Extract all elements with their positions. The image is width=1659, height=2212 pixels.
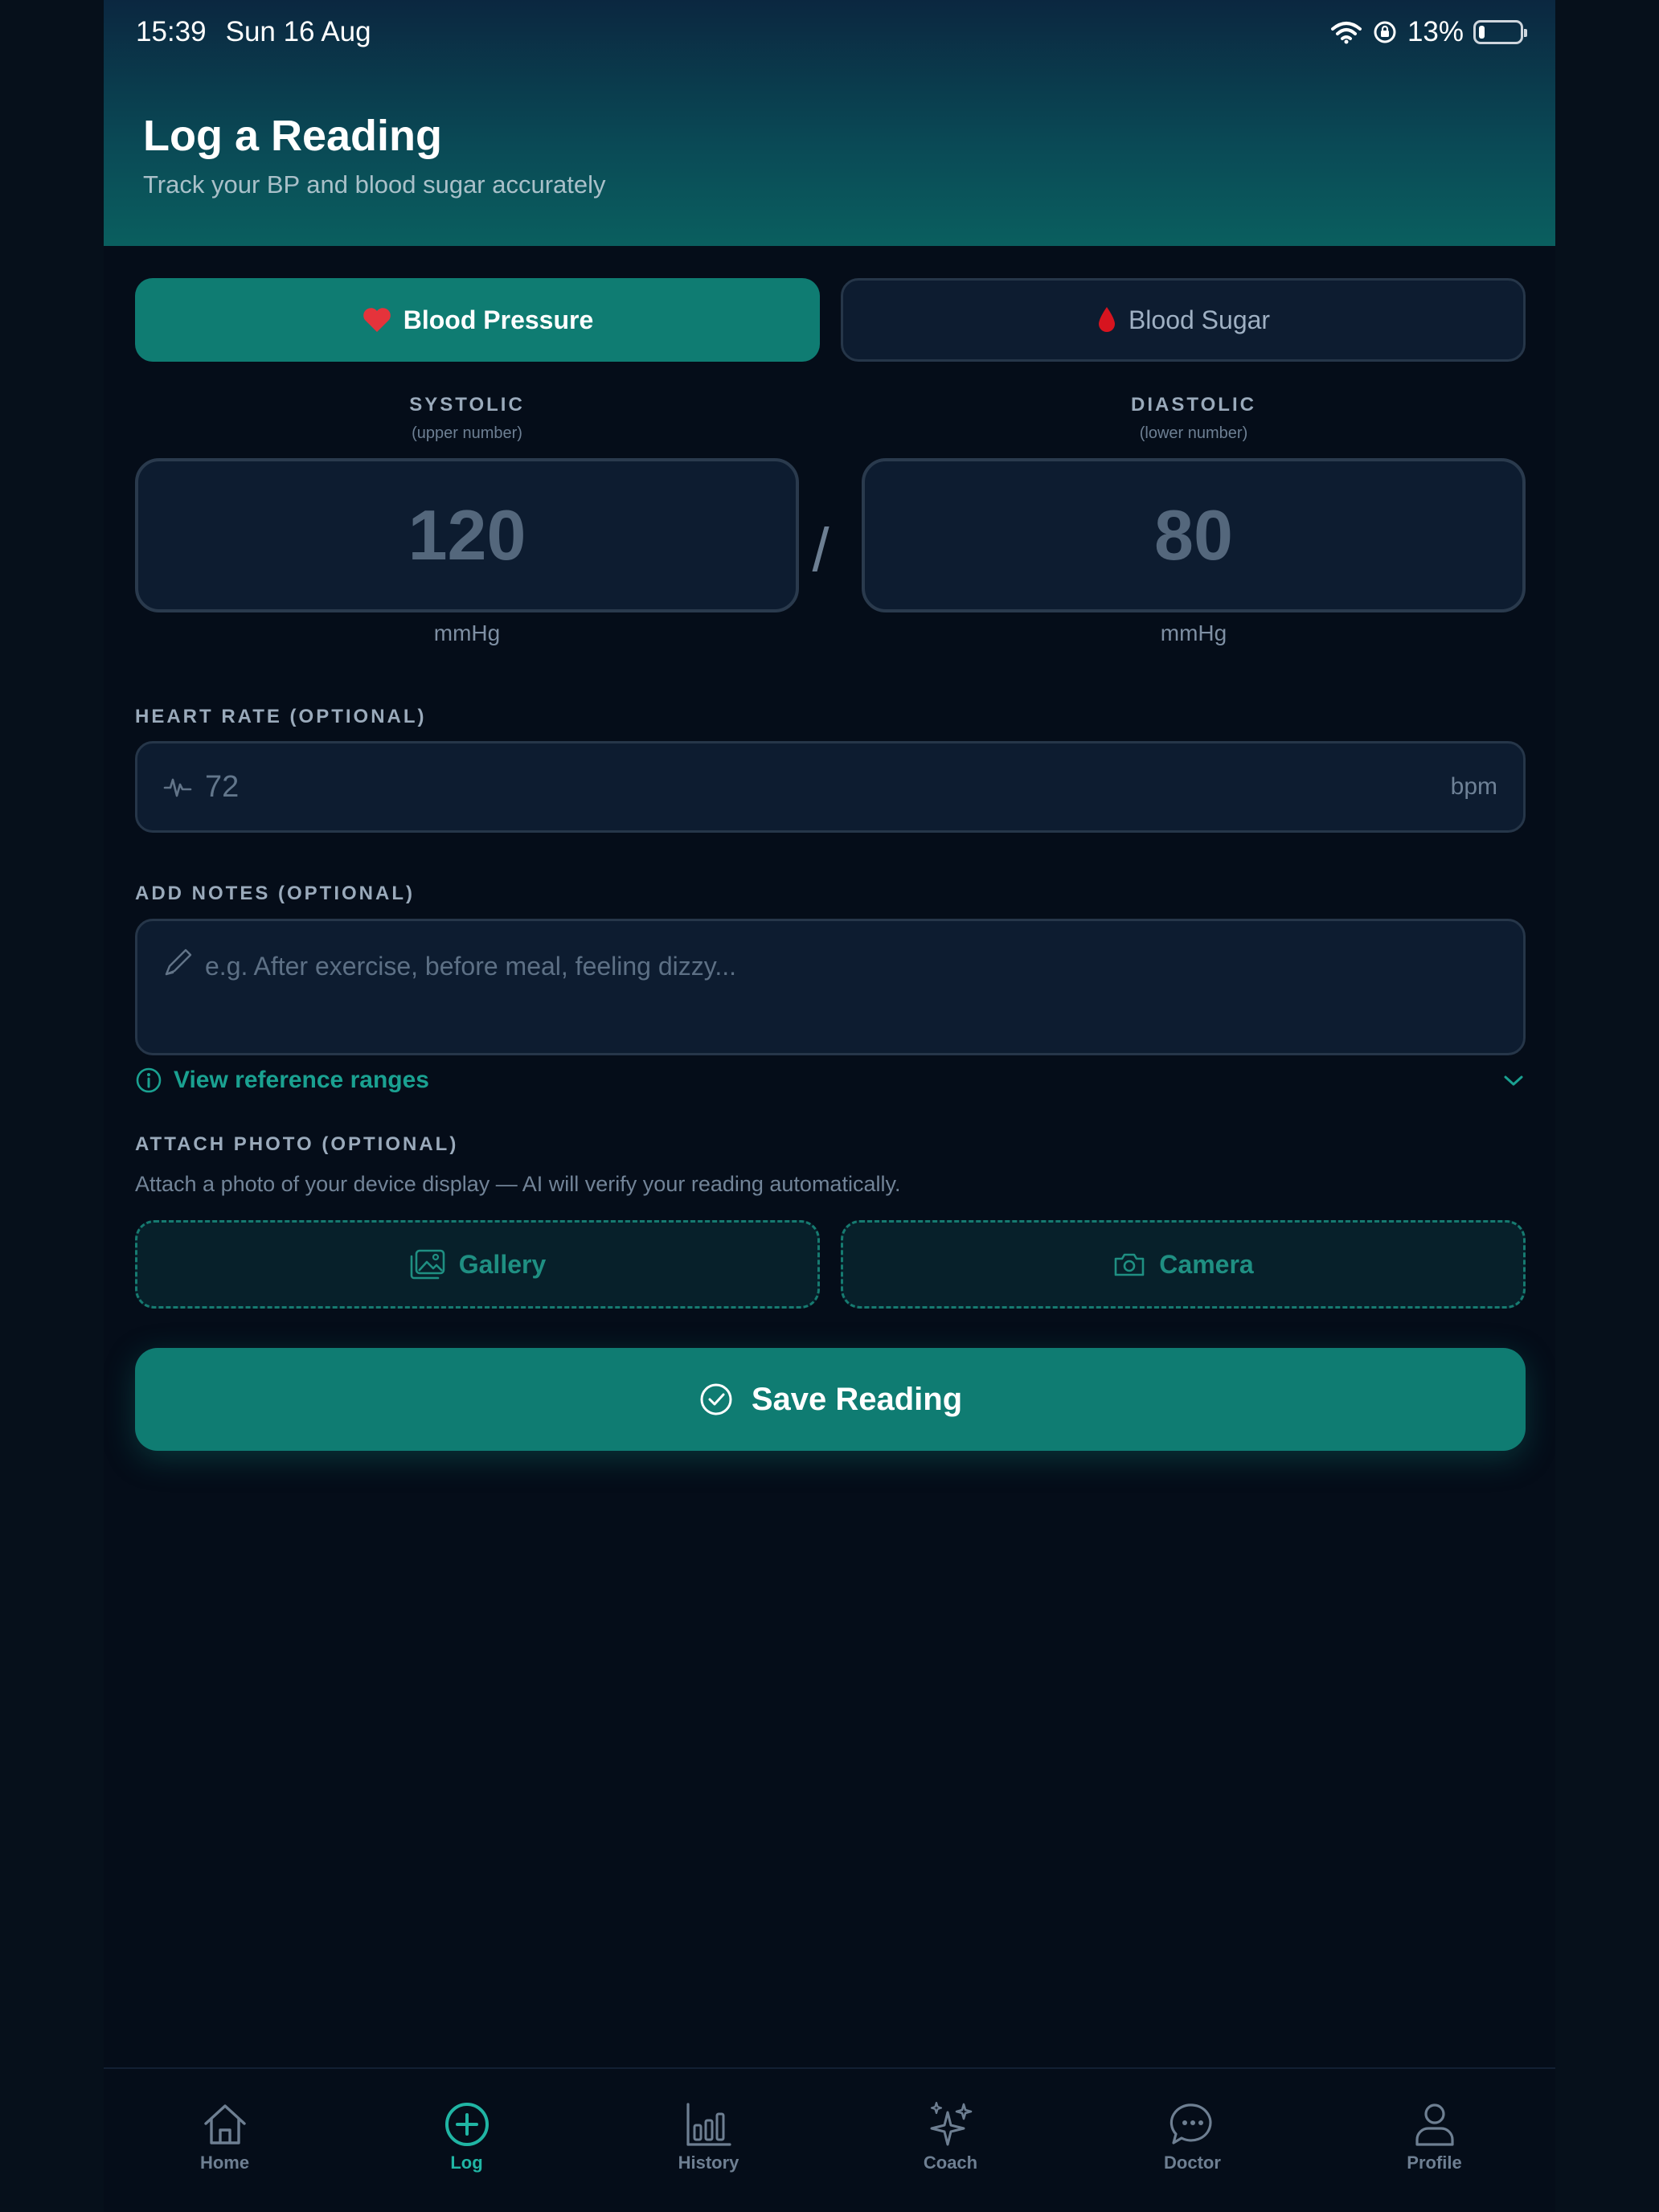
tab-history[interactable]: History: [588, 2069, 830, 2212]
plus-circle-icon: [444, 2103, 489, 2146]
tab-coach[interactable]: Coach: [830, 2069, 1071, 2212]
chat-bubble-icon: [1169, 2103, 1212, 2144]
page-title: Log a Reading: [143, 112, 443, 160]
gallery-icon: [410, 1249, 445, 1280]
notes-label: ADD NOTES (OPTIONAL): [135, 883, 415, 904]
systolic-sublabel: (upper number): [412, 424, 522, 442]
rotation-lock-icon: [1374, 21, 1396, 43]
gallery-button-label: Gallery: [458, 1249, 547, 1279]
pencil-icon: [165, 948, 192, 976]
save-reading-label: Save Reading: [751, 1381, 963, 1417]
diastolic-label: DIASTOLIC: [1131, 394, 1256, 416]
heart-icon: [363, 308, 391, 332]
camera-icon: [1114, 1253, 1145, 1276]
tab-coach-label: Coach: [923, 2153, 978, 2173]
pulse-icon: [163, 778, 192, 797]
reference-ranges-toggle[interactable]: View reference ranges: [135, 1063, 1526, 1098]
app-screen: 15:39 Sun 16 Aug 13% Log a Reading Track…: [104, 0, 1555, 2212]
page-subtitle: Track your BP and blood sugar accurately: [143, 170, 606, 199]
home-icon: [203, 2104, 246, 2144]
attach-photo-label: ATTACH PHOTO (OPTIONAL): [135, 1133, 459, 1155]
diastolic-input[interactable]: 80: [862, 458, 1526, 612]
bottom-tab-bar: Home Log History Coach Doctor Profile: [104, 2067, 1555, 2212]
tab-profile[interactable]: Profile: [1313, 2069, 1555, 2212]
tab-home[interactable]: Home: [104, 2069, 346, 2212]
status-bar: 15:39 Sun 16 Aug 13%: [136, 14, 1527, 50]
bp-separator: /: [812, 516, 830, 584]
tab-profile-label: Profile: [1407, 2153, 1462, 2173]
camera-button[interactable]: Camera: [841, 1220, 1526, 1309]
tab-blood-pressure-label: Blood Pressure: [403, 305, 594, 334]
tab-doctor-label: Doctor: [1164, 2153, 1221, 2173]
notes-placeholder: e.g. After exercise, before meal, feelin…: [205, 952, 737, 981]
tab-home-label: Home: [199, 2153, 250, 2173]
tab-blood-sugar-label: Blood Sugar: [1128, 305, 1271, 334]
info-icon: [136, 1067, 162, 1093]
systolic-unit: mmHg: [433, 621, 501, 645]
wifi-icon: [1330, 22, 1362, 44]
bar-chart-icon: [686, 2103, 731, 2146]
gallery-button[interactable]: Gallery: [135, 1220, 820, 1309]
battery-percent: 13%: [1407, 16, 1464, 47]
tab-blood-pressure[interactable]: Blood Pressure: [135, 278, 820, 362]
heart-rate-label: HEART RATE (OPTIONAL): [135, 706, 427, 727]
heart-rate-unit: bpm: [1450, 773, 1497, 800]
diastolic-unit: mmHg: [1160, 621, 1227, 645]
blood-drop-icon: [1098, 307, 1115, 332]
diastolic-label-group: DIASTOLIC (lower number): [862, 394, 1526, 443]
heart-rate-placeholder: 72: [205, 769, 240, 804]
tab-blood-sugar[interactable]: Blood Sugar: [841, 278, 1526, 362]
notes-input[interactable]: e.g. After exercise, before meal, feelin…: [135, 919, 1526, 1055]
tab-doctor[interactable]: Doctor: [1071, 2069, 1313, 2212]
reference-ranges-label: View reference ranges: [174, 1067, 429, 1093]
status-right: 13%: [1330, 16, 1527, 48]
sparkles-icon: [930, 2101, 972, 2146]
save-reading-button[interactable]: Save Reading: [135, 1348, 1526, 1451]
check-circle-icon: [700, 1383, 732, 1415]
tab-history-label: History: [678, 2153, 739, 2173]
chevron-down-icon: [1504, 1075, 1523, 1086]
user-icon: [1415, 2103, 1454, 2146]
status-time: 15:39: [136, 16, 207, 47]
systolic-label: SYSTOLIC: [409, 394, 525, 416]
camera-button-label: Camera: [1159, 1249, 1254, 1279]
header: 15:39 Sun 16 Aug 13% Log a Reading Track…: [104, 0, 1555, 246]
tab-log-label: Log: [450, 2153, 483, 2173]
systolic-label-group: SYSTOLIC (upper number): [135, 394, 799, 443]
battery-icon: [1473, 20, 1527, 44]
attach-photo-hint: Attach a photo of your device display — …: [135, 1172, 901, 1196]
diastolic-sublabel: (lower number): [1139, 424, 1248, 442]
heart-rate-input[interactable]: 72 bpm: [135, 741, 1526, 833]
status-date: Sun 16 Aug: [225, 16, 371, 47]
systolic-input[interactable]: 120: [135, 458, 799, 612]
tab-log[interactable]: Log: [346, 2069, 588, 2212]
